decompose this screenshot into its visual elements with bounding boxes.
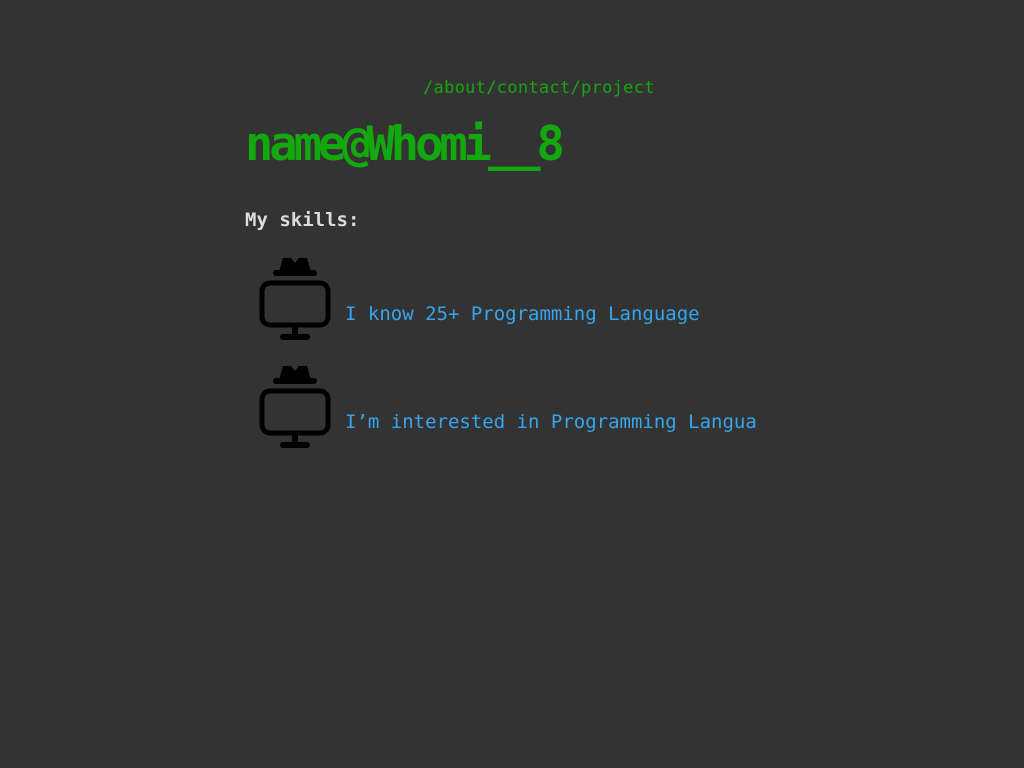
top-nav: /about/contact/project	[423, 78, 655, 98]
skill-text: I’m interested in Programming Langua	[345, 411, 757, 433]
nav-link-about[interactable]: /about	[423, 78, 486, 98]
skill-text: I know 25+ Programming Language	[345, 303, 700, 325]
skills-heading: My skills:	[245, 209, 360, 231]
nav-link-contact[interactable]: /contact	[486, 78, 570, 98]
skill-item: I know 25+ Programming Language	[257, 252, 817, 344]
nav-link-project[interactable]: /project	[571, 78, 655, 98]
skill-item: I’m interested in Programming Langua	[257, 360, 817, 452]
page-title: name@Whomi__8	[245, 117, 565, 172]
hacker-computer-icon	[259, 258, 331, 340]
hacker-computer-icon	[259, 366, 331, 448]
